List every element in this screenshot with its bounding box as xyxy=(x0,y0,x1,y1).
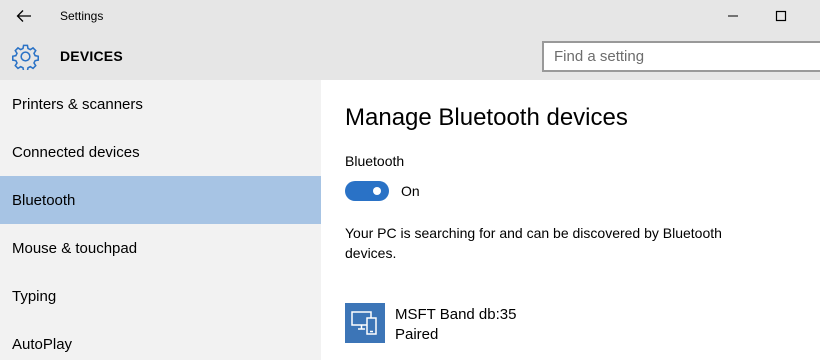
toggle-state-label: On xyxy=(401,183,420,199)
device-list-item[interactable]: MSFT Band db:35 Paired xyxy=(345,303,645,345)
minimize-icon xyxy=(728,15,738,17)
sidebar-item-autoplay[interactable]: AutoPlay xyxy=(0,320,321,360)
sidebar-item-label: Typing xyxy=(12,287,57,305)
section-title: DEVICES xyxy=(60,48,123,64)
app-title: Settings xyxy=(60,9,104,23)
sidebar-item-connected-devices[interactable]: Connected devices xyxy=(0,128,321,176)
maximize-icon xyxy=(775,10,787,22)
device-pc-phone-icon xyxy=(345,303,385,343)
toggle-knob xyxy=(373,187,381,195)
bluetooth-status-description: Your PC is searching for and can be disc… xyxy=(345,225,722,261)
minimize-button[interactable] xyxy=(710,0,756,32)
device-name: MSFT Band db:35 xyxy=(395,306,517,323)
page-title: Manage Bluetooth devices xyxy=(345,104,628,131)
settings-header: DEVICES xyxy=(0,32,820,80)
search-input[interactable] xyxy=(544,43,820,70)
sidebar-item-label: Mouse & touchpad xyxy=(12,239,138,257)
sidebar-item-label: Printers & scanners xyxy=(12,95,143,113)
search-box[interactable] xyxy=(542,41,820,72)
device-status: Paired xyxy=(395,326,439,343)
maximize-button[interactable] xyxy=(758,0,804,32)
sidebar-item-printers-scanners[interactable]: Printers & scanners xyxy=(0,80,321,128)
bluetooth-toggle[interactable] xyxy=(345,181,389,201)
sidebar-item-mouse-touchpad[interactable]: Mouse & touchpad xyxy=(0,224,321,272)
close-button[interactable] xyxy=(806,0,820,32)
title-bar: Settings xyxy=(0,0,820,32)
sidebar-item-label: AutoPlay xyxy=(12,335,73,353)
sidebar-item-label: Bluetooth xyxy=(12,191,76,209)
bluetooth-label: Bluetooth xyxy=(345,153,405,169)
main-content: Manage Bluetooth devices Bluetooth On Yo… xyxy=(321,80,820,360)
sidebar-item-typing[interactable]: Typing xyxy=(0,272,321,320)
sidebar-item-bluetooth[interactable]: Bluetooth xyxy=(0,176,321,224)
arrow-left-icon xyxy=(16,10,31,22)
back-button[interactable] xyxy=(8,2,40,30)
gear-icon xyxy=(12,44,39,70)
sidebar-item-label: Connected devices xyxy=(12,143,140,161)
sidebar: Printers & scanners Connected devices Bl… xyxy=(0,80,321,360)
